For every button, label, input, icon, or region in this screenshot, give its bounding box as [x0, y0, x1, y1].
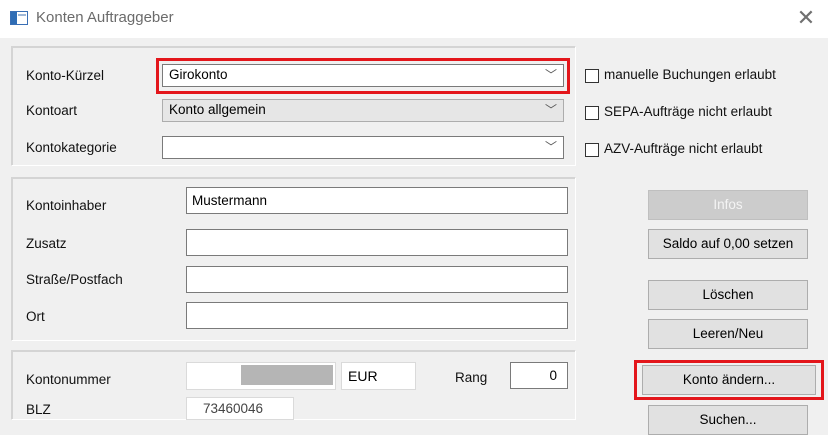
currency-field[interactable]: EUR — [341, 362, 416, 390]
close-icon[interactable]: ✕ — [794, 6, 818, 30]
sepa-checkbox[interactable] — [585, 106, 599, 120]
chevron-down-icon[interactable]: ﹀ — [545, 66, 557, 83]
sepa-label: SEPA-Aufträge nicht erlaubt — [604, 104, 772, 119]
kontoinhaber-value: Mustermann — [192, 193, 268, 208]
azv-checkbox[interactable] — [585, 143, 599, 157]
kontoinhaber-field[interactable]: Mustermann — [186, 187, 568, 214]
strasse-field[interactable] — [186, 266, 568, 293]
chevron-down-icon[interactable]: ﹀ — [545, 138, 557, 155]
chevron-down-icon[interactable]: ﹀ — [545, 101, 557, 118]
konto-aendern-button[interactable]: Konto ändern... — [642, 365, 816, 395]
infos-button[interactable]: Infos — [648, 190, 808, 220]
kontoart-combobox[interactable]: Konto allgemein ﹀ — [162, 99, 564, 122]
window-app-icon — [10, 11, 28, 25]
strasse-label: Straße/Postfach — [26, 272, 123, 287]
redacted-account-number — [241, 365, 333, 385]
blz-value: 73460046 — [203, 401, 264, 416]
kontonummer-field[interactable] — [186, 362, 336, 390]
blz-label: BLZ — [26, 402, 51, 417]
konto-kuerzel-value: Girokonto — [169, 67, 228, 82]
zusatz-label: Zusatz — [26, 236, 67, 251]
kontoart-label: Kontoart — [26, 103, 78, 118]
suchen-button[interactable]: Suchen... — [648, 405, 808, 435]
rang-field[interactable]: 0 — [510, 362, 568, 389]
konto-kuerzel-combobox[interactable]: Girokonto ﹀ — [162, 64, 564, 87]
kontonummer-label: Kontonummer — [26, 372, 111, 387]
kontokategorie-label: Kontokategorie — [26, 140, 117, 155]
rang-value: 0 — [549, 368, 557, 383]
manuelle-buchungen-label: manuelle Buchungen erlaubt — [604, 67, 776, 82]
konto-kuerzel-label: Konto-Kürzel — [26, 68, 105, 83]
rang-label: Rang — [455, 370, 488, 385]
loeschen-button[interactable]: Löschen — [648, 280, 808, 310]
manuelle-buchungen-checkbox[interactable] — [585, 69, 599, 83]
ort-field[interactable] — [186, 302, 568, 329]
ort-label: Ort — [26, 309, 45, 324]
currency-value: EUR — [348, 368, 378, 384]
saldo-reset-button[interactable]: Saldo auf 0,00 setzen — [648, 229, 808, 259]
window-title: Konten Auftraggeber — [36, 9, 174, 26]
azv-label: AZV-Aufträge nicht erlaubt — [604, 141, 763, 156]
kontoart-value: Konto allgemein — [169, 102, 266, 117]
zusatz-field[interactable] — [186, 229, 568, 256]
kontoinhaber-label: Kontoinhaber — [26, 198, 107, 213]
blz-field[interactable]: 73460046 — [186, 397, 294, 420]
kontokategorie-combobox[interactable]: ﹀ — [162, 136, 564, 159]
leeren-neu-button[interactable]: Leeren/Neu — [648, 319, 808, 349]
